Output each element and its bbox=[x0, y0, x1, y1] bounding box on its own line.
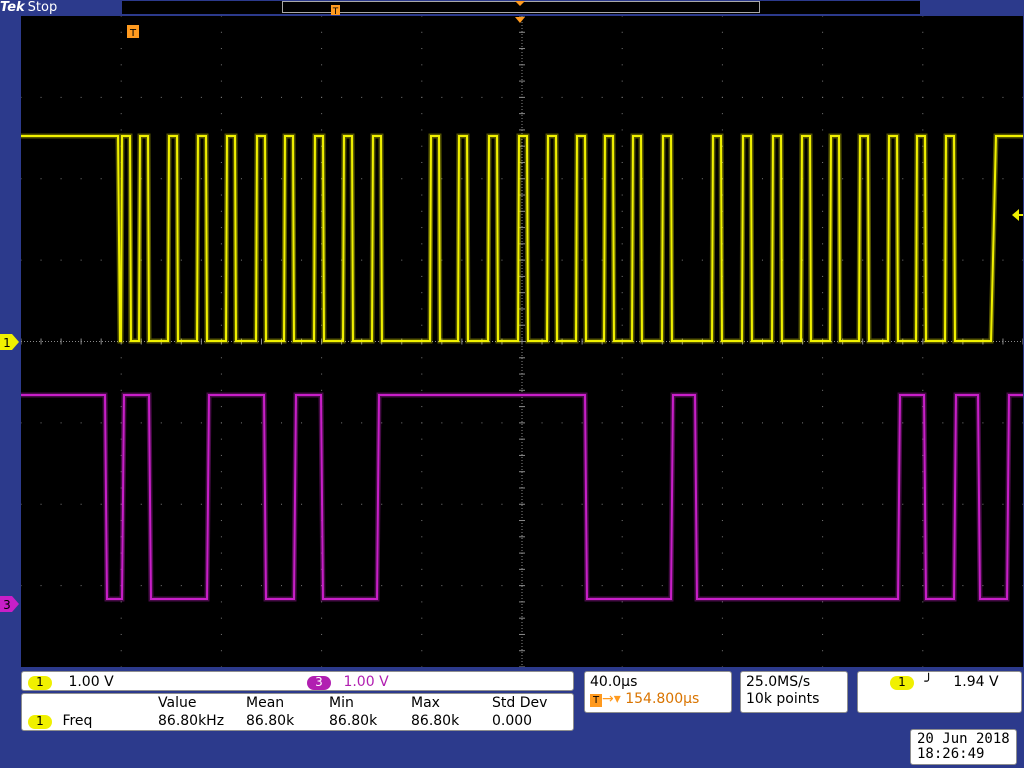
record-center-marker bbox=[515, 1, 525, 6]
meas-mean: 86.80k bbox=[246, 713, 295, 729]
meas-header-value: Value bbox=[158, 695, 197, 711]
meas-header-mean: Mean bbox=[246, 695, 285, 711]
record-trigger-marker: T bbox=[331, 5, 340, 16]
rising-edge-icon: ╯ bbox=[924, 674, 933, 690]
time-text: 18:26:49 bbox=[917, 746, 985, 762]
svg-text:T: T bbox=[332, 7, 339, 16]
meas-name: Freq bbox=[62, 713, 93, 729]
measurement-panel[interactable]: Value Mean Min Max Std Dev 1 Freq 86.80k… bbox=[21, 693, 574, 731]
ch3-ground-marker: 3 bbox=[0, 596, 19, 612]
svg-text:1: 1 bbox=[3, 336, 11, 350]
meas-header-stddev: Std Dev bbox=[492, 695, 548, 711]
record-markers: T bbox=[331, 1, 525, 16]
meas-header-max: Max bbox=[411, 695, 440, 711]
meas-value: 86.80kHz bbox=[158, 713, 225, 729]
channel-scale-panel[interactable]: 1 1.00 V 3 1.00 V bbox=[21, 671, 574, 691]
ch1-ground-marker: 1 bbox=[0, 334, 19, 350]
meas-channel-badge: 1 bbox=[28, 715, 52, 729]
date-text: 20 Jun 2018 bbox=[917, 731, 1010, 747]
meas-header-min: Min bbox=[329, 695, 354, 711]
acquisition-panel[interactable]: 25.0MS/s 10k points bbox=[740, 671, 848, 713]
trigger-position[interactable]: 154.800µs bbox=[625, 691, 699, 707]
ch3-scale[interactable]: 1.00 V bbox=[343, 674, 388, 690]
timebase-scale[interactable]: 40.0µs bbox=[590, 674, 637, 690]
meas-stddev: 0.000 bbox=[492, 713, 533, 729]
trigger-delay-icon: T bbox=[590, 694, 602, 707]
trigger-panel[interactable]: 1 ╯ 1.94 V bbox=[857, 671, 1022, 713]
record-length: 10k points bbox=[746, 691, 820, 707]
sample-rate: 25.0MS/s bbox=[746, 674, 811, 690]
arrow-right-icon: →▾ bbox=[602, 691, 621, 707]
meas-max: 86.80k bbox=[411, 713, 460, 729]
trigger-source-badge: 1 bbox=[890, 676, 914, 690]
ch3-badge[interactable]: 3 bbox=[307, 676, 331, 690]
datetime-box: 20 Jun 2018 18:26:49 bbox=[910, 729, 1017, 765]
svg-text:3: 3 bbox=[3, 598, 11, 612]
trigger-level[interactable]: 1.94 V bbox=[953, 674, 998, 690]
status-bar: Tek Stop T bbox=[0, 0, 1024, 16]
timebase-panel[interactable]: 40.0µs T →▾ 154.800µs bbox=[584, 671, 732, 713]
graticule bbox=[21, 16, 1023, 667]
meas-min: 86.80k bbox=[329, 713, 378, 729]
ch1-scale[interactable]: 1.00 V bbox=[68, 674, 113, 690]
waveform-display[interactable] bbox=[21, 16, 1023, 667]
ch1-badge[interactable]: 1 bbox=[28, 676, 52, 690]
